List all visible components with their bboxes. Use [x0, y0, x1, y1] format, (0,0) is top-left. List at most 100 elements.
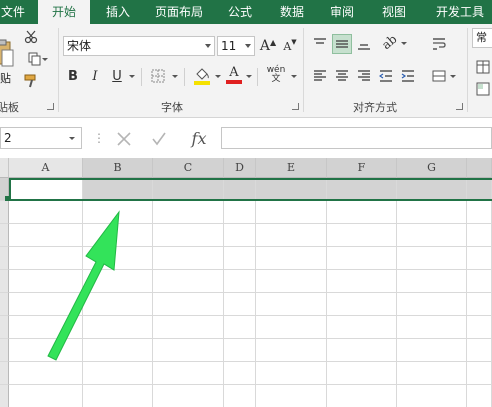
row-header[interactable]	[0, 362, 9, 385]
grid-cell[interactable]	[153, 224, 224, 247]
font-color-button[interactable]: A	[225, 64, 243, 86]
bottom-align-button[interactable]	[355, 34, 373, 54]
grid-cell[interactable]	[153, 316, 224, 339]
fill-color-button[interactable]	[192, 64, 212, 86]
row-header[interactable]	[0, 316, 9, 339]
phonetic-guide-button[interactable]: wén 文	[263, 64, 289, 86]
font-size-combo[interactable]: 11	[217, 36, 255, 56]
font-name-combo[interactable]: 宋体	[63, 36, 215, 56]
worksheet-grid[interactable]: A B C D E F G	[0, 158, 492, 407]
grid-cell[interactable]	[224, 224, 256, 247]
shrink-font-button[interactable]: A ▼	[281, 36, 299, 56]
name-box[interactable]: 2	[0, 127, 82, 149]
tab-developer[interactable]: 开发工具	[428, 0, 492, 24]
cut-button[interactable]	[22, 28, 40, 46]
align-center-button[interactable]	[333, 66, 351, 86]
select-all-corner[interactable]	[0, 158, 9, 178]
grid-cell[interactable]	[256, 385, 327, 407]
align-right-button[interactable]	[355, 66, 373, 86]
align-left-button[interactable]	[311, 66, 329, 86]
increase-indent-button[interactable]	[399, 66, 417, 86]
cell-styles-button[interactable]	[474, 80, 492, 98]
underline-dropdown-arrow[interactable]	[129, 75, 135, 78]
grid-cell[interactable]	[467, 224, 492, 247]
grid-cell[interactable]	[327, 385, 397, 407]
grid-cell[interactable]	[256, 316, 327, 339]
grid-cell[interactable]	[256, 201, 327, 224]
grid-cell[interactable]	[327, 339, 397, 362]
tab-insert[interactable]: 插入	[98, 0, 138, 24]
top-align-button[interactable]	[311, 34, 329, 54]
grid-cell[interactable]	[397, 247, 467, 270]
grid-cell[interactable]	[224, 293, 256, 316]
grid-cell[interactable]	[467, 362, 492, 385]
grid-cell[interactable]	[224, 247, 256, 270]
grid-cell[interactable]	[256, 339, 327, 362]
decrease-indent-button[interactable]	[377, 66, 395, 86]
tab-page-layout[interactable]: 页面布局	[146, 0, 212, 24]
insert-function-button[interactable]: fx	[186, 127, 212, 149]
middle-align-button[interactable]	[332, 34, 352, 54]
font-dialog-launcher[interactable]	[292, 103, 299, 110]
fill-color-dropdown-arrow[interactable]	[215, 75, 221, 78]
grid-cell[interactable]	[153, 293, 224, 316]
format-as-table-button[interactable]	[474, 58, 492, 76]
column-header-c[interactable]: C	[153, 158, 224, 178]
grid-cell[interactable]	[467, 247, 492, 270]
formula-input[interactable]	[221, 127, 492, 149]
fill-handle[interactable]	[5, 196, 10, 201]
grid-cell[interactable]	[153, 270, 224, 293]
grid-cell[interactable]	[397, 224, 467, 247]
styles-gallery[interactable]: 常	[472, 28, 492, 48]
grid-cell[interactable]	[467, 201, 492, 224]
formula-bar-grip-icon[interactable]: ⋮	[93, 131, 105, 145]
bold-button[interactable]: B	[64, 66, 82, 86]
font-color-dropdown-arrow[interactable]	[246, 75, 252, 78]
grid-cell[interactable]	[327, 293, 397, 316]
row-header[interactable]	[0, 201, 9, 224]
grid-cell[interactable]	[327, 201, 397, 224]
merge-center-button[interactable]	[430, 66, 448, 86]
tab-home[interactable]: 开始	[38, 0, 90, 25]
grid-cell[interactable]	[397, 339, 467, 362]
grid-cell[interactable]	[256, 178, 327, 201]
grid-cell[interactable]	[224, 201, 256, 224]
grid-cell[interactable]	[397, 316, 467, 339]
column-header-g[interactable]: G	[397, 158, 467, 178]
grid-cell[interactable]	[397, 201, 467, 224]
grid-cell[interactable]	[467, 270, 492, 293]
grid-cell[interactable]	[256, 247, 327, 270]
grid-cell[interactable]	[327, 316, 397, 339]
grid-cell[interactable]	[256, 270, 327, 293]
row-header[interactable]	[0, 270, 9, 293]
clipboard-dialog-launcher[interactable]	[47, 103, 54, 110]
grid-cell[interactable]	[467, 385, 492, 407]
grid-cell[interactable]	[224, 178, 256, 201]
italic-button[interactable]: I	[86, 66, 104, 86]
orientation-button[interactable]: ab	[377, 32, 401, 52]
column-header-b[interactable]: B	[83, 158, 153, 178]
grid-cell[interactable]	[224, 385, 256, 407]
grid-cell[interactable]	[467, 316, 492, 339]
grid-cell[interactable]	[153, 385, 224, 407]
grid-cell[interactable]	[327, 224, 397, 247]
enter-button[interactable]	[149, 129, 169, 149]
row-header[interactable]	[0, 293, 9, 316]
tab-file[interactable]: 文件	[0, 0, 30, 24]
column-header-d[interactable]: D	[224, 158, 256, 178]
grid-cell[interactable]	[83, 385, 153, 407]
grid-cell[interactable]	[256, 224, 327, 247]
grid-cell[interactable]	[397, 385, 467, 407]
grid-cell[interactable]	[9, 385, 83, 407]
tab-formulas[interactable]: 公式	[220, 0, 260, 24]
grid-cell[interactable]	[327, 270, 397, 293]
grow-font-button[interactable]: A ▲	[259, 36, 277, 56]
grid-cell[interactable]	[327, 178, 397, 201]
grid-cell[interactable]	[256, 293, 327, 316]
row-header[interactable]	[0, 224, 9, 247]
grid-cell[interactable]	[224, 339, 256, 362]
borders-dropdown-arrow[interactable]	[172, 75, 178, 78]
grid-cell[interactable]	[153, 247, 224, 270]
alignment-dialog-launcher[interactable]	[456, 103, 463, 110]
column-header-a[interactable]: A	[9, 158, 83, 178]
